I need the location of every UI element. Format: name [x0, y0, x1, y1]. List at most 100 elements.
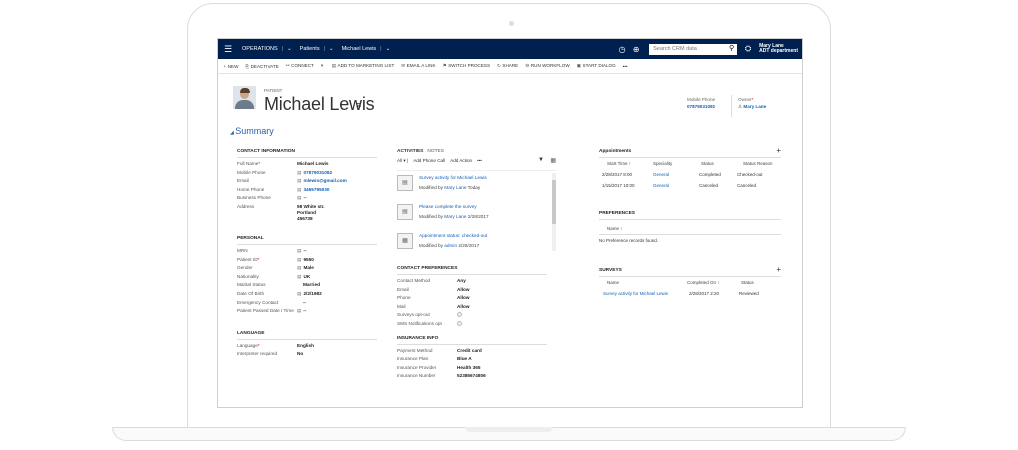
header-owner-value[interactable]: Mary Lane	[743, 104, 766, 109]
tab-notes[interactable]: NOTES	[427, 149, 444, 154]
field-value[interactable]: Blue A	[457, 356, 472, 361]
filter-icon[interactable]: ▼	[538, 157, 544, 163]
field-value[interactable]: Allow	[457, 287, 470, 292]
contact-preferences-title: CONTACT PREFERENCES	[397, 266, 547, 275]
record-menu-icon[interactable]: ≡	[356, 100, 361, 110]
surveys-opt-out-toggle[interactable]	[457, 312, 462, 318]
list-item[interactable]: ▤ Please complete the survey Modified by…	[397, 200, 556, 229]
cmd-deactivate-button[interactable]: ⎘ DEACTIVATE	[242, 64, 282, 69]
field-value[interactable]: English	[297, 343, 314, 348]
cmd-add-to-marketing-list-button[interactable]: ▤ ADD TO MARKETING LIST	[328, 63, 398, 69]
cmd-label: RUN WORKFLOW	[530, 63, 570, 68]
filter-all-label: All	[397, 158, 403, 163]
field-contact-method: Contact Method Any	[397, 278, 562, 287]
col-status[interactable]: Status	[691, 161, 735, 166]
grid-view-icon[interactable]: ▦	[550, 157, 556, 164]
cmd-run-workflow-button[interactable]: ⚙ RUN WORKFLOW	[522, 63, 573, 69]
field-value[interactable]: Credit card	[457, 348, 482, 353]
nav-app[interactable]: OPERATIONS	[238, 46, 282, 52]
activity-user-link[interactable]: admin	[444, 243, 457, 248]
col-survey-status[interactable]: Status	[735, 280, 775, 285]
nav-record[interactable]: Michael Lewis	[338, 46, 381, 52]
activity-title[interactable]: Appointment status: checked-out	[419, 233, 487, 238]
cmd-new-button[interactable]: + NEW	[220, 64, 242, 69]
chevron-down-icon: ▾	[320, 63, 324, 68]
activity-toolbar: All ▾ | Add Phone Call Add Action ••• ▼ …	[397, 157, 556, 164]
menu-icon[interactable]: ☰	[218, 44, 238, 55]
sms-opt-out-toggle[interactable]	[457, 320, 462, 326]
activity-user-link[interactable]: Mary Lane	[444, 214, 466, 219]
cell-survey-name[interactable]: Survey activity for Michael Lewis	[599, 291, 683, 296]
cmd-switch-process-button[interactable]: ⚑ SWITCH PROCESS	[439, 63, 493, 69]
cmd-email-link-button[interactable]: ✉ EMAIL A LINK	[398, 63, 439, 69]
add-action-button[interactable]: Add Action	[450, 158, 472, 164]
col-survey-name[interactable]: Name	[599, 280, 683, 285]
email-icon: ✉	[401, 63, 406, 68]
table-row[interactable]: Survey activity for Michael Lewis 2/28/2…	[599, 288, 781, 299]
field-value[interactable]: 2/2/1982	[303, 291, 321, 296]
cell-speciality[interactable]: General	[647, 183, 691, 188]
field-value[interactable]: --	[303, 308, 306, 313]
list-item[interactable]: ▦ Appointment status: checked-out Modifi…	[397, 229, 556, 258]
search-input[interactable]: Search CRM data ⚲	[649, 43, 738, 55]
more-actions-button[interactable]: •••	[477, 158, 482, 164]
table-row[interactable]: 2/28/2017 8:00 General Completed Checked…	[599, 169, 781, 180]
cell-status-reason: Canceled	[737, 183, 757, 188]
chevron-down-icon[interactable]: ⌄	[283, 46, 296, 52]
tab-activities[interactable]: ACTIVITIES	[397, 149, 423, 154]
col-name[interactable]: Name ↑	[599, 226, 623, 231]
col-speciality[interactable]: Speciality	[647, 161, 691, 166]
header-mobile-value[interactable]: 07879031092	[687, 104, 715, 109]
user-department: ADT department	[759, 48, 798, 54]
options-icon[interactable]: ⛭	[741, 44, 755, 54]
cmd-share-button[interactable]: ↻ SHARE	[494, 63, 522, 69]
field-value[interactable]: 52385674806	[457, 373, 486, 378]
list-item[interactable]: ▤ Survey activity for Michael Lewis Modi…	[397, 171, 556, 200]
cmd-more-button[interactable]: •••	[619, 64, 631, 69]
field-value[interactable]: --	[303, 248, 306, 253]
field-value[interactable]: 98 White str. Portland 456738	[297, 204, 325, 221]
activity-scroll-thumb[interactable]	[552, 180, 556, 224]
cmd-start-dialog-button[interactable]: ▣ START DIALOG	[573, 63, 619, 69]
search-icon[interactable]: ⚲	[729, 44, 734, 52]
add-appointment-icon[interactable]: +	[776, 146, 781, 155]
field-value[interactable]: 3465795030	[303, 187, 329, 192]
field-value[interactable]: --	[303, 195, 306, 200]
field-value[interactable]: Allow	[457, 304, 470, 309]
nav-entity[interactable]: Patients	[296, 46, 324, 52]
create-icon[interactable]: ⊕	[629, 45, 643, 54]
field-value[interactable]: Male	[303, 265, 313, 270]
summary-section-toggle[interactable]: ◢ Summary	[230, 126, 274, 136]
filter-all-dropdown[interactable]: All ▾ |	[397, 158, 408, 164]
table-row[interactable]: 1/15/2017 10:00 General Canceled Cancele…	[599, 180, 781, 191]
field-value[interactable]: Allow	[457, 295, 470, 300]
field-value[interactable]: No	[297, 351, 303, 356]
chevron-down-icon[interactable]: ⌄	[382, 46, 395, 52]
field-value[interactable]: Michael Lewis	[297, 161, 329, 166]
cmd-connect-dropdown[interactable]: ▾	[317, 63, 328, 69]
field-value[interactable]: mlewis@gmail.com	[303, 178, 346, 183]
address-line-1: 98 White str.	[297, 203, 325, 209]
field-value[interactable]: Married	[303, 282, 320, 287]
col-completed-on[interactable]: Completed On ↑	[683, 280, 735, 285]
activity-user-link[interactable]: Mary Lane	[444, 185, 466, 190]
cell-speciality[interactable]: General	[647, 172, 691, 177]
add-phone-call-button[interactable]: Add Phone Call	[413, 158, 445, 164]
field-value[interactable]: 07879031092	[303, 170, 332, 175]
field-value[interactable]: 9550	[303, 257, 313, 262]
field-email: Email ▤ mlewis@gmail.com	[237, 178, 377, 187]
history-icon[interactable]: ◷	[615, 45, 629, 54]
field-value[interactable]: --	[303, 300, 306, 305]
field-value[interactable]: Any	[457, 278, 466, 283]
cmd-connect-button[interactable]: ⚯ CONNECT	[282, 63, 317, 69]
user-menu[interactable]: Mary Lane ADT department	[755, 43, 802, 55]
add-survey-icon[interactable]: +	[776, 265, 781, 274]
activity-title[interactable]: Survey activity for Michael Lewis	[419, 175, 487, 180]
chevron-down-icon[interactable]: ⌄	[325, 46, 338, 52]
col-status-reason[interactable]: Status Reason	[735, 161, 781, 166]
activity-title[interactable]: Please complete the survey	[419, 204, 489, 209]
col-start-time[interactable]: Start Time ↑	[599, 161, 647, 166]
field-value[interactable]: Health 365	[457, 365, 480, 370]
appointments-header-row: Start Time ↑ Speciality Status Status Re…	[599, 161, 781, 169]
field-value[interactable]: UK	[303, 274, 310, 279]
